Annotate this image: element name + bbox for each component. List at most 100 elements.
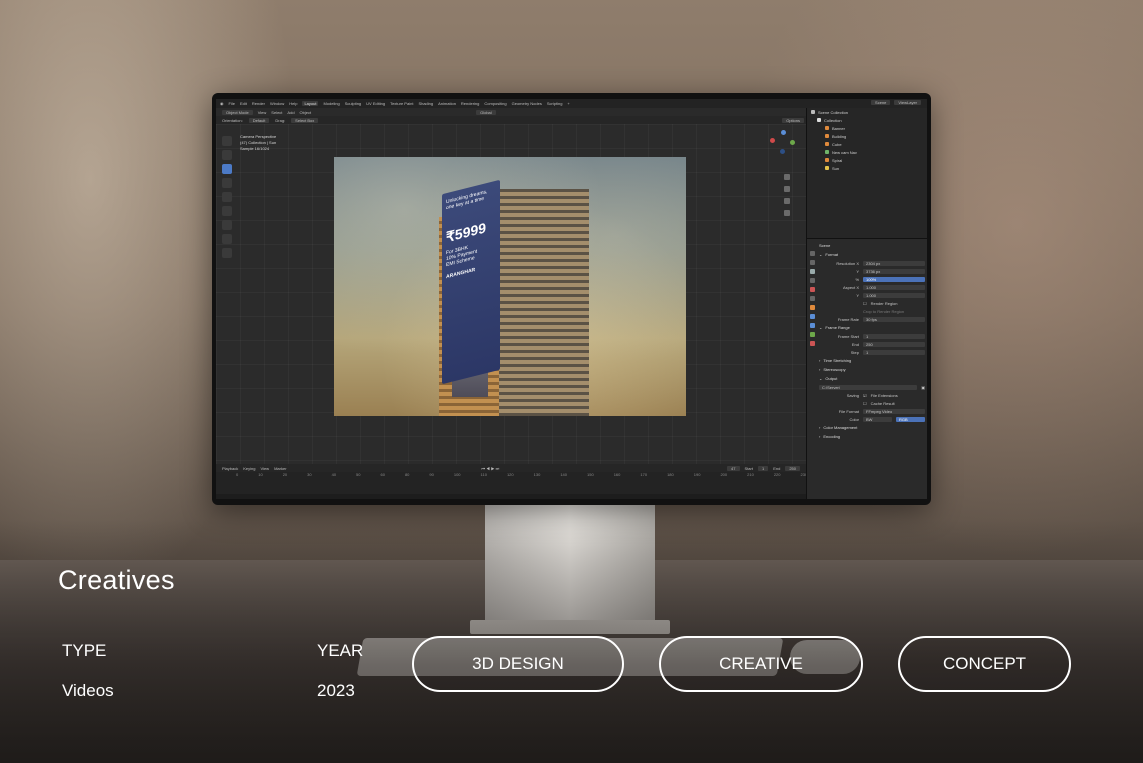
timeline-keying[interactable]: Keying [243, 466, 255, 471]
tab-scripting[interactable]: Scripting [547, 101, 563, 106]
header-object[interactable]: Object [300, 110, 312, 115]
menu-help[interactable]: Help [289, 101, 297, 106]
color-rgb-button[interactable]: RGB [896, 416, 925, 422]
tab-rendering[interactable]: Rendering [461, 101, 479, 106]
tab-animation[interactable]: Animation [438, 101, 456, 106]
stereoscopy-header[interactable]: › Stereoscopy [819, 365, 925, 374]
texture-tab-icon[interactable] [809, 341, 815, 346]
resolution-percent-slider[interactable]: 100% [863, 276, 925, 282]
blender-logo-icon[interactable]: ◉ [220, 101, 224, 106]
output-path-field[interactable]: C:\Server\ [819, 384, 918, 390]
tab-sculpting[interactable]: Sculpting [345, 101, 361, 106]
folder-icon[interactable]: ▣ [921, 385, 925, 390]
menu-render[interactable]: Render [252, 101, 265, 106]
scene-tab-icon[interactable] [809, 287, 815, 292]
outliner-item-banner[interactable]: Banner [807, 124, 927, 132]
format-panel-header[interactable]: ⌄ Format [819, 250, 925, 259]
gizmo-negz-icon[interactable] [780, 149, 785, 154]
annotate-tool-icon[interactable] [222, 220, 232, 230]
cache-result-row[interactable]: ☐ Cache Result [819, 399, 925, 407]
camera-view-icon[interactable] [784, 198, 790, 204]
outliner-collection[interactable]: Collection [807, 116, 927, 124]
start-field[interactable]: 1 [757, 465, 769, 471]
tag-creative[interactable]: CREATIVE [659, 636, 863, 692]
view-layer-tab-icon[interactable] [809, 278, 815, 283]
header-view[interactable]: View [258, 110, 267, 115]
constraint-tab-icon[interactable] [809, 332, 815, 337]
tab-modeling[interactable]: Modeling [323, 101, 339, 106]
zoom-icon[interactable] [784, 174, 790, 180]
add-cube-tool-icon[interactable] [222, 248, 232, 258]
file-extensions-checkbox[interactable]: ☑ [863, 393, 867, 398]
playback-controls-icon[interactable]: ⏮ ◀ ▶ ⏭ [482, 466, 500, 471]
timeline-marker[interactable]: Marker [274, 466, 286, 471]
scale-tool-icon[interactable] [222, 192, 232, 202]
pan-hand-icon[interactable] [784, 186, 790, 192]
outliner-item-camera[interactable]: New cam Nav [807, 148, 927, 156]
render-tab-icon[interactable] [809, 260, 815, 265]
time-stretching-header[interactable]: › Time Stretching [819, 356, 925, 365]
measure-tool-icon[interactable] [222, 234, 232, 244]
frame-step-field[interactable]: 1 [863, 349, 925, 355]
gizmo-y-icon[interactable] [790, 140, 795, 145]
resolution-x-field[interactable]: 2304 px [863, 260, 925, 266]
menu-file[interactable]: File [229, 101, 235, 106]
outliner-item-spiral[interactable]: Spiral [807, 156, 927, 164]
tab-uv-editing[interactable]: UV Editing [366, 101, 385, 106]
frame-rate-dropdown[interactable]: 30 fps [863, 316, 925, 322]
timeline-playback[interactable]: Playback [222, 466, 238, 471]
header-add[interactable]: Add [287, 110, 294, 115]
drag-selector[interactable]: Select Box [291, 117, 319, 123]
add-workspace-icon[interactable]: + [567, 101, 569, 106]
frame-range-header[interactable]: ⌄ Frame Range [819, 323, 925, 332]
tab-shading[interactable]: Shading [418, 101, 433, 106]
resolution-y-field[interactable]: 3736 px [863, 268, 925, 274]
render-region-checkbox[interactable]: ☐ [863, 301, 867, 306]
frame-end-field[interactable]: 250 [863, 341, 925, 347]
navigation-gizmo[interactable] [770, 130, 796, 156]
file-format-dropdown[interactable]: FFmpeg Video [863, 408, 925, 414]
gizmo-x-icon[interactable] [770, 138, 775, 143]
header-select[interactable]: Select [271, 110, 282, 115]
output-header[interactable]: ⌄ Output [819, 374, 925, 383]
cache-result-checkbox[interactable]: ☐ [863, 401, 867, 406]
encoding-header[interactable]: › Encoding [819, 432, 925, 441]
outliner-item-building[interactable]: Building [807, 132, 927, 140]
gizmo-z-icon[interactable] [781, 130, 786, 135]
output-tab-icon[interactable] [809, 269, 815, 274]
world-tab-icon[interactable] [809, 296, 815, 301]
menu-window[interactable]: Window [270, 101, 284, 106]
color-bw-button[interactable]: BW [863, 416, 892, 422]
timeline-ruler[interactable]: 0 10 20 30 40 50 60 80 90 100 110 120 130 140 150 160 17… [216, 472, 861, 480]
end-field[interactable]: 250 [785, 465, 800, 471]
render-region-row[interactable]: ☐ Render Region [819, 299, 925, 307]
modifier-tab-icon[interactable] [809, 314, 815, 319]
aspect-x-field[interactable]: 1.000 [863, 284, 925, 290]
select-tool-icon[interactable] [222, 150, 232, 160]
orientation-selector[interactable]: Default [248, 117, 270, 123]
move-tool-icon[interactable] [222, 164, 232, 174]
tab-compositing[interactable]: Compositing [484, 101, 506, 106]
transform-orientation[interactable]: Global [476, 109, 496, 115]
color-management-header[interactable]: › Color Management [819, 423, 925, 432]
view-layer-selector[interactable]: ViewLayer [894, 100, 921, 105]
rotate-tool-icon[interactable] [222, 178, 232, 188]
outliner-item-cube[interactable]: Cube [807, 140, 927, 148]
object-tab-icon[interactable] [809, 305, 815, 310]
ortho-toggle-icon[interactable] [784, 210, 790, 216]
outliner-item-sun[interactable]: Sun [807, 164, 927, 172]
tab-geometry-nodes[interactable]: Geometry Nodes [512, 101, 542, 106]
timeline-view[interactable]: View [260, 466, 269, 471]
transform-tool-icon[interactable] [222, 206, 232, 216]
3d-viewport[interactable]: Camera Perspective (47) Collection | Sun… [216, 124, 806, 464]
menu-edit[interactable]: Edit [240, 101, 247, 106]
options-button[interactable]: Options [782, 117, 804, 123]
aspect-y-field[interactable]: 1.000 [863, 292, 925, 298]
tag-3d-design[interactable]: 3D DESIGN [412, 636, 624, 692]
current-frame-field[interactable]: 47 [727, 465, 740, 471]
frame-start-field[interactable]: 1 [863, 333, 925, 339]
outliner-scene-collection[interactable]: Scene Collection [807, 108, 927, 116]
mode-selector[interactable]: Object Mode [222, 109, 253, 115]
tab-layout[interactable]: Layout [302, 101, 319, 106]
scene-selector[interactable]: Scene [871, 100, 891, 105]
